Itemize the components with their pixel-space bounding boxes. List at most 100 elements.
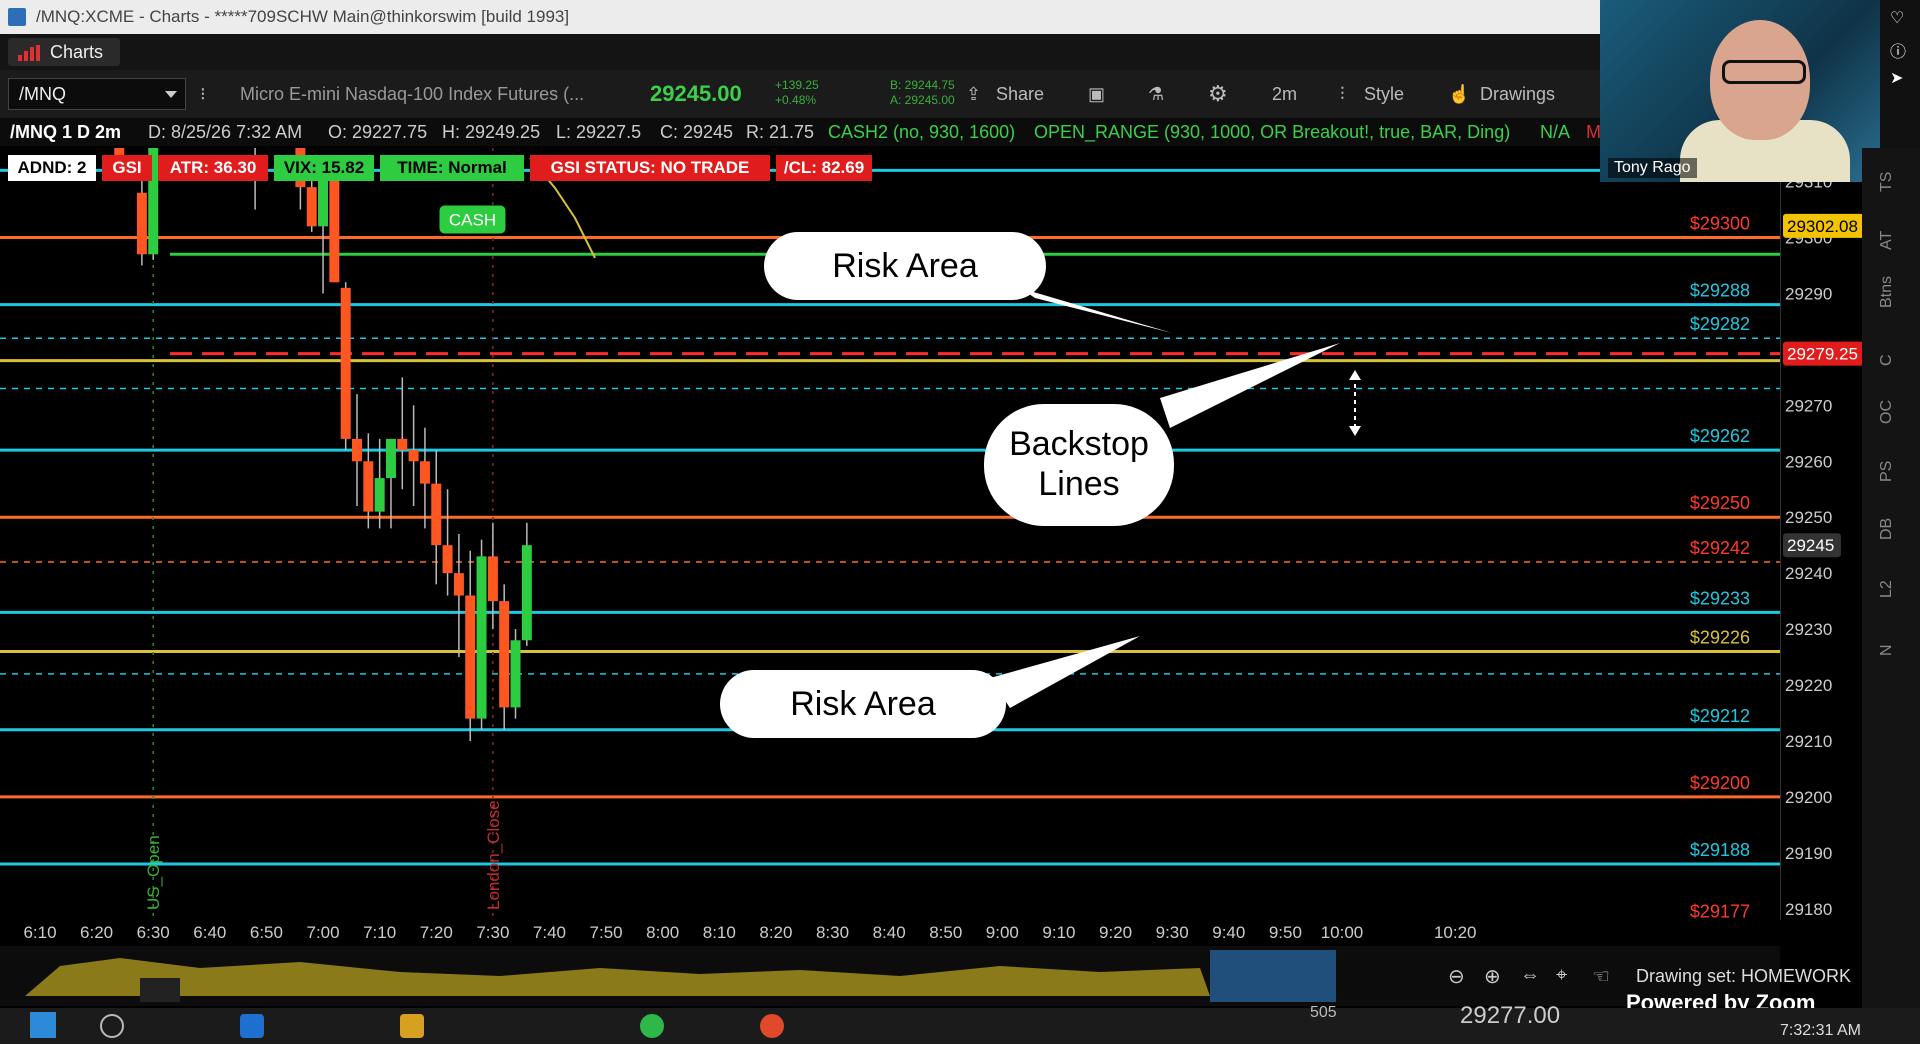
time-axis[interactable]: 6:10 6:20 6:30 6:40 6:50 7:00 7:10 7:20 7:30 7:40… xyxy=(0,920,1780,946)
share-icon[interactable]: ⇪ xyxy=(966,70,981,118)
callout-tail xyxy=(990,636,1140,708)
level-label: $29250 xyxy=(1690,493,1750,513)
x-tick-label: 7:20 xyxy=(420,923,453,942)
x-tick-label: 6:50 xyxy=(250,923,283,942)
change-value: +139.25 xyxy=(775,78,819,92)
x-tick-label: 9:30 xyxy=(1156,923,1189,942)
x-tick-label: 6:10 xyxy=(23,923,56,942)
drawings-hand-icon[interactable]: ☝ xyxy=(1448,70,1470,118)
bar-close: C: 29245 xyxy=(660,122,734,142)
chart-toolbar: /MNQ ⁝ Micro E-mini Nasdaq-100 Index Fut… xyxy=(0,70,1600,119)
level-label: $29177 xyxy=(1690,902,1750,920)
candle-body xyxy=(487,556,498,602)
x-tick-label: 9:00 xyxy=(986,923,1019,942)
drawings-button[interactable]: Drawings xyxy=(1480,70,1555,118)
price-axis[interactable]: 2931029300292902928029270292602925029240… xyxy=(1780,148,1863,920)
side-tab-n[interactable]: N xyxy=(1878,644,1896,656)
presenter-glasses xyxy=(1722,60,1806,84)
candle-body xyxy=(306,187,317,227)
level-label: $29262 xyxy=(1690,426,1750,446)
windows-start-icon[interactable] xyxy=(30,1012,56,1038)
study-open-range: OPEN_RANGE (930, 1000, OR Breakout!, tru… xyxy=(1034,122,1511,142)
gsi-status-badge: GSI STATUS: NO TRADE xyxy=(530,155,770,181)
x-tick-label: 9:40 xyxy=(1212,923,1245,942)
candle-body xyxy=(453,573,464,596)
vix-badge: VIX: 15.82 xyxy=(274,155,374,181)
studies-flask-icon[interactable]: ⚗ xyxy=(1148,70,1164,118)
bid-value: B: 29244.75 xyxy=(890,78,955,92)
folder-icon[interactable] xyxy=(400,1014,424,1038)
taskbar-clock: 7:32:31 AM xyxy=(1780,1022,1861,1039)
candle-body xyxy=(385,438,396,479)
bar-high: H: 29249.25 xyxy=(442,122,541,142)
candle-body xyxy=(431,483,442,546)
chrome-icon[interactable] xyxy=(760,1014,784,1038)
timeframe-button[interactable]: 2m xyxy=(1272,70,1297,118)
zoom-side-controls: ♡ ⓘ ➤ xyxy=(1880,0,1920,148)
side-tab-l2[interactable]: L2 xyxy=(1878,580,1896,598)
side-tab-db[interactable]: DB xyxy=(1878,518,1896,540)
candle-body xyxy=(510,640,521,708)
bar-range: R: 21.75 xyxy=(746,122,815,142)
chart-info-row: /MNQ 1 D 2m D: 8/25/26 7:32 AM O: 29227.… xyxy=(0,118,1601,146)
settings-gear-icon[interactable]: ⚙ xyxy=(1208,70,1228,118)
x-tick-label: 8:20 xyxy=(759,923,792,942)
taskbar-app-icon[interactable] xyxy=(240,1014,264,1038)
x-tick-label: 9:20 xyxy=(1099,923,1132,942)
bar-low: L: 29227.5 xyxy=(556,122,642,142)
send-icon[interactable]: ➤ xyxy=(1890,68,1903,88)
y-tick-label: 29270 xyxy=(1785,396,1832,415)
price-tag: 29302.08 xyxy=(1787,217,1858,236)
side-tab-ts[interactable]: TS xyxy=(1878,172,1896,192)
pan-icon[interactable]: ⇔ xyxy=(1520,964,1540,987)
tab-row: Charts xyxy=(0,34,1600,70)
level-label: $29288 xyxy=(1690,281,1750,301)
side-tab-at[interactable]: AT xyxy=(1878,231,1896,250)
search-icon[interactable] xyxy=(100,1014,124,1038)
zoom-out-icon[interactable]: ⊖ xyxy=(1448,964,1465,989)
callout-tail xyxy=(1020,288,1172,333)
level-label: $29212 xyxy=(1690,706,1750,726)
study-m: M xyxy=(1586,122,1601,142)
level-label: $29282 xyxy=(1690,314,1750,334)
chart-layout-icon[interactable]: ▣ xyxy=(1088,70,1105,118)
heart-icon[interactable]: ♡ xyxy=(1890,8,1904,28)
backstop-lines-callout: Backstop Lines xyxy=(984,404,1174,526)
study-cash2: CASH2 (no, 930, 1600) xyxy=(828,122,1016,142)
y-tick-label: 29240 xyxy=(1785,564,1832,583)
x-tick-label: 7:30 xyxy=(476,923,509,942)
study-na: N/A xyxy=(1540,122,1571,142)
taskbar-app-icon[interactable] xyxy=(640,1014,664,1038)
symbol-selector[interactable]: /MNQ xyxy=(8,78,186,110)
side-tab-ps[interactable]: PS xyxy=(1878,461,1896,482)
tab-charts[interactable]: Charts xyxy=(8,38,120,66)
overview-handle[interactable] xyxy=(140,978,180,1002)
overview-viewport[interactable] xyxy=(1210,950,1336,1002)
chart-overview-strip[interactable] xyxy=(0,946,1780,1006)
level-label: $29233 xyxy=(1690,588,1750,608)
gsi-badge: GSI xyxy=(102,155,152,181)
change-percent: +0.48% xyxy=(775,93,817,107)
side-tab-c[interactable]: C xyxy=(1878,354,1896,366)
info-icon[interactable]: ⓘ xyxy=(1890,38,1906,62)
instrument-description: Micro E-mini Nasdaq-100 Index Futures (.… xyxy=(240,84,585,104)
bar-open: O: 29227.75 xyxy=(328,122,428,142)
link-icon[interactable]: ⁝ xyxy=(200,70,206,118)
style-button[interactable]: Style xyxy=(1364,70,1404,118)
drawing-set-label[interactable]: Drawing set: HOMEWORK xyxy=(1636,966,1851,987)
share-button[interactable]: Share xyxy=(996,70,1044,118)
session-marker-label: London_Close xyxy=(484,800,503,910)
tab-charts-label: Charts xyxy=(50,42,104,62)
session-marker-label: US_Open xyxy=(144,835,163,910)
x-tick-label: 8:10 xyxy=(703,923,736,942)
style-icon[interactable]: ⫶ xyxy=(1340,70,1345,118)
zoom-in-icon[interactable]: ⊕ xyxy=(1484,964,1501,989)
candle-body xyxy=(408,450,419,462)
side-tab-btns[interactable]: Btns xyxy=(1878,276,1896,308)
overview-volume-area xyxy=(25,958,1210,996)
x-tick-label: 8:30 xyxy=(816,923,849,942)
y-tick-label: 29290 xyxy=(1785,284,1832,303)
side-tab-oc[interactable]: OC xyxy=(1878,400,1896,424)
hand-icon[interactable]: ☜ xyxy=(1592,964,1610,989)
crosshair-icon[interactable]: ⌖ xyxy=(1556,964,1567,987)
